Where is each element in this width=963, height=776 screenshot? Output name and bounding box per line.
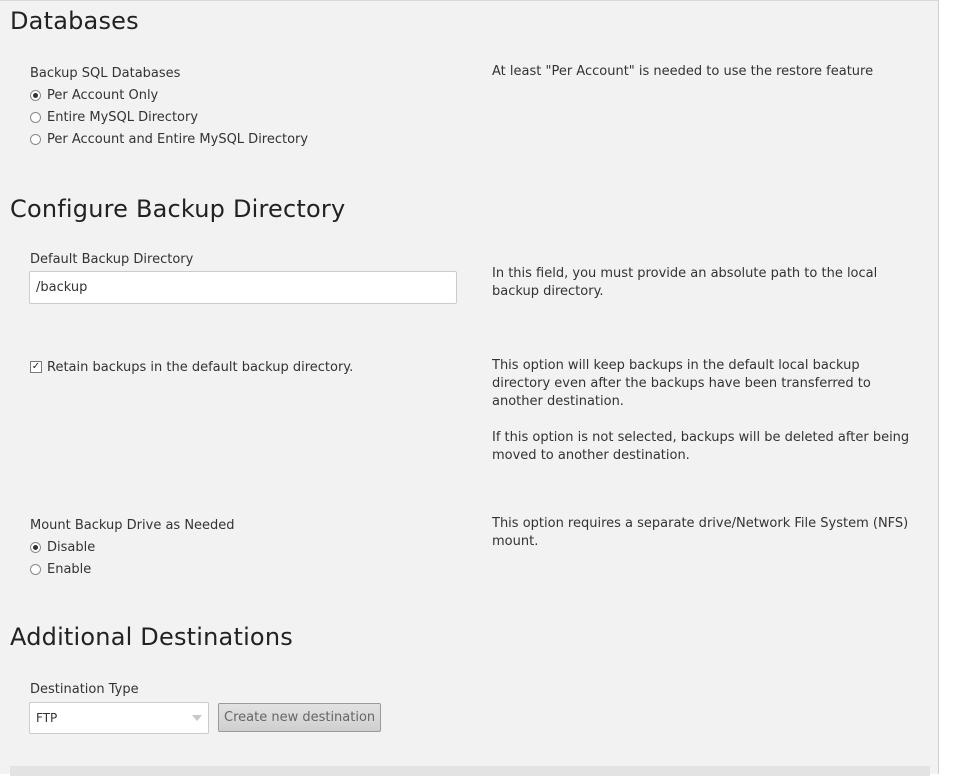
radio-button[interactable] — [30, 133, 41, 145]
settings-panel: Databases Backup SQL Databases Per Accou… — [0, 0, 939, 776]
chevron-down-icon — [192, 715, 202, 721]
additional-destinations-heading: Additional Destinations — [10, 623, 293, 651]
radio-enable[interactable]: Enable — [30, 558, 95, 580]
table-header-bar — [10, 766, 930, 776]
backup-directory-heading: Configure Backup Directory — [10, 195, 346, 223]
radio-button[interactable] — [30, 563, 41, 575]
radio-button[interactable] — [30, 111, 41, 123]
retain-backups-label: Retain backups in the default backup dir… — [47, 359, 354, 375]
radio-button[interactable] — [30, 89, 41, 101]
default-backup-directory-help: In this field, you must provide an absol… — [492, 266, 878, 299]
mount-backup-drive-help: This option requires a separate drive/Ne… — [492, 516, 909, 549]
radio-label: Per Account and Entire MySQL Directory — [47, 131, 309, 147]
mount-backup-drive-label: Mount Backup Drive as Needed — [30, 518, 235, 533]
mount-radio-group: Disable Enable — [30, 536, 95, 580]
default-backup-directory-label: Default Backup Directory — [30, 252, 194, 267]
databases-heading: Databases — [10, 7, 139, 35]
backup-sql-radio-group: Per Account Only Entire MySQL Directory … — [30, 84, 308, 150]
databases-help: At least "Per Account" is needed to use … — [492, 64, 874, 79]
radio-button[interactable] — [30, 541, 41, 553]
default-backup-directory-input[interactable] — [29, 271, 457, 304]
create-new-destination-button[interactable]: Create new destination — [218, 703, 382, 732]
radio-per-account-and-entire[interactable]: Per Account and Entire MySQL Directory — [30, 128, 308, 150]
radio-label: Per Account Only — [47, 87, 159, 103]
retain-backups-option[interactable]: ✓ Retain backups in the default backup d… — [30, 356, 353, 378]
radio-disable[interactable]: Disable — [30, 536, 95, 558]
destination-type-select[interactable]: FTP — [29, 702, 209, 734]
destination-type-label: Destination Type — [30, 682, 139, 697]
radio-per-account-only[interactable]: Per Account Only — [30, 84, 308, 106]
radio-label: Entire MySQL Directory — [47, 109, 199, 125]
radio-label: Disable — [47, 539, 96, 555]
backup-sql-label: Backup SQL Databases — [30, 66, 181, 81]
radio-entire-mysql-directory[interactable]: Entire MySQL Directory — [30, 106, 308, 128]
destination-type-value: FTP — [36, 711, 58, 725]
retain-backups-checkbox[interactable]: ✓ — [30, 361, 42, 373]
radio-label: Enable — [47, 561, 92, 577]
retain-backups-help: This option will keep backups in the def… — [492, 358, 871, 409]
retain-backups-help-2: If this option is not selected, backups … — [492, 430, 910, 463]
